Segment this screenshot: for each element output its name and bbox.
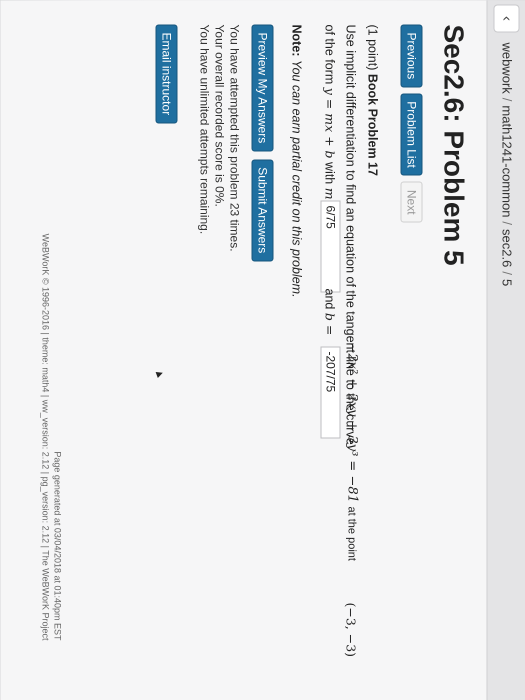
line-form: y = mx + b [322,87,337,159]
breadcrumb: webwork / math1241-common / sec2.6 / 5 [499,42,514,286]
previous-button[interactable]: Previous [400,24,422,87]
footer-generated: Page generated at 03/04/2018 at 01:40pm … [52,450,62,640]
partial-credit-note: Note: You can earn partial credit on thi… [289,24,303,297]
next-button[interactable]: Next [400,181,422,223]
question-line-2: of the form y = mx + b with m = and b = [320,24,340,438]
breadcrumb-separator: / [499,220,514,225]
problem-header: (1 point) Book Problem 17 [365,24,379,175]
attempts-count: You have attempted this problem 23 times… [227,24,241,252]
email-instructor-button[interactable]: Email instructor [155,24,177,123]
breadcrumb-item-problem: 5 [499,278,514,286]
mouse-cursor-icon: ▲ [151,366,167,381]
with-label: with [322,161,336,184]
footer-credits: WeBWorK © 1996-2016 | theme: math4 | ww_… [40,233,50,640]
recorded-score: Your overall recorded score is 0%. [212,24,226,207]
breadcrumb-separator: / [499,270,514,275]
chevron-left-icon: ‹ [498,15,515,21]
m-answer-input[interactable] [320,200,340,292]
note-label: Note: [289,24,303,56]
top-bar: ‹ webwork / math1241-common / sec2.6 / 5 [486,0,525,700]
book-problem-label: Book Problem 17 [365,73,379,176]
tangent-point: (−3, −3) [343,602,358,657]
page-title: Sec2.6: Problem 5 [438,24,469,266]
form-prefix: of the form [322,24,336,84]
breadcrumb-item-set[interactable]: sec2.6 [499,229,514,267]
back-button[interactable]: ‹ [493,4,519,32]
question-line-1: Use implicit differentiation to find an … [343,24,359,657]
and-label: and [322,288,336,309]
submit-answers-button[interactable]: Submit Answers [251,158,273,261]
attempt-status: You have attempted this problem 23 times… [196,24,241,251]
page-footer: Page generated at 03/04/2018 at 01:40pm … [39,180,63,640]
b-label: b = [322,312,337,335]
attempts-remaining: You have unlimited attempts remaining. [197,24,211,234]
curve-equation: −2x² + 2xy + 3y³ = −81 [344,342,359,503]
at-point-label: at the point [345,506,357,561]
browser-viewport: ‹ webwork / math1241-common / sec2.6 / 5 Sec2.… [0,0,525,700]
answer-actions: Preview My Answers Submit Answers [251,24,273,261]
problem-list-button[interactable]: Problem List [400,92,422,176]
points-label: (1 point) [365,24,379,70]
problem-nav: Previous Problem List Next [400,24,422,223]
breadcrumb-separator: / [499,97,514,101]
preview-answers-button[interactable]: Preview My Answers [251,24,273,151]
b-label-group: and b = [322,288,337,335]
breadcrumb-item-webwork[interactable]: webwork [499,42,514,93]
breadcrumb-item-course[interactable]: math1241-common [499,105,514,217]
rotated-screen: ‹ webwork / math1241-common / sec2.6 / 5 Sec2.… [0,0,525,700]
b-answer-input[interactable] [320,346,340,438]
note-text: You can earn partial credit on this prob… [289,59,303,298]
